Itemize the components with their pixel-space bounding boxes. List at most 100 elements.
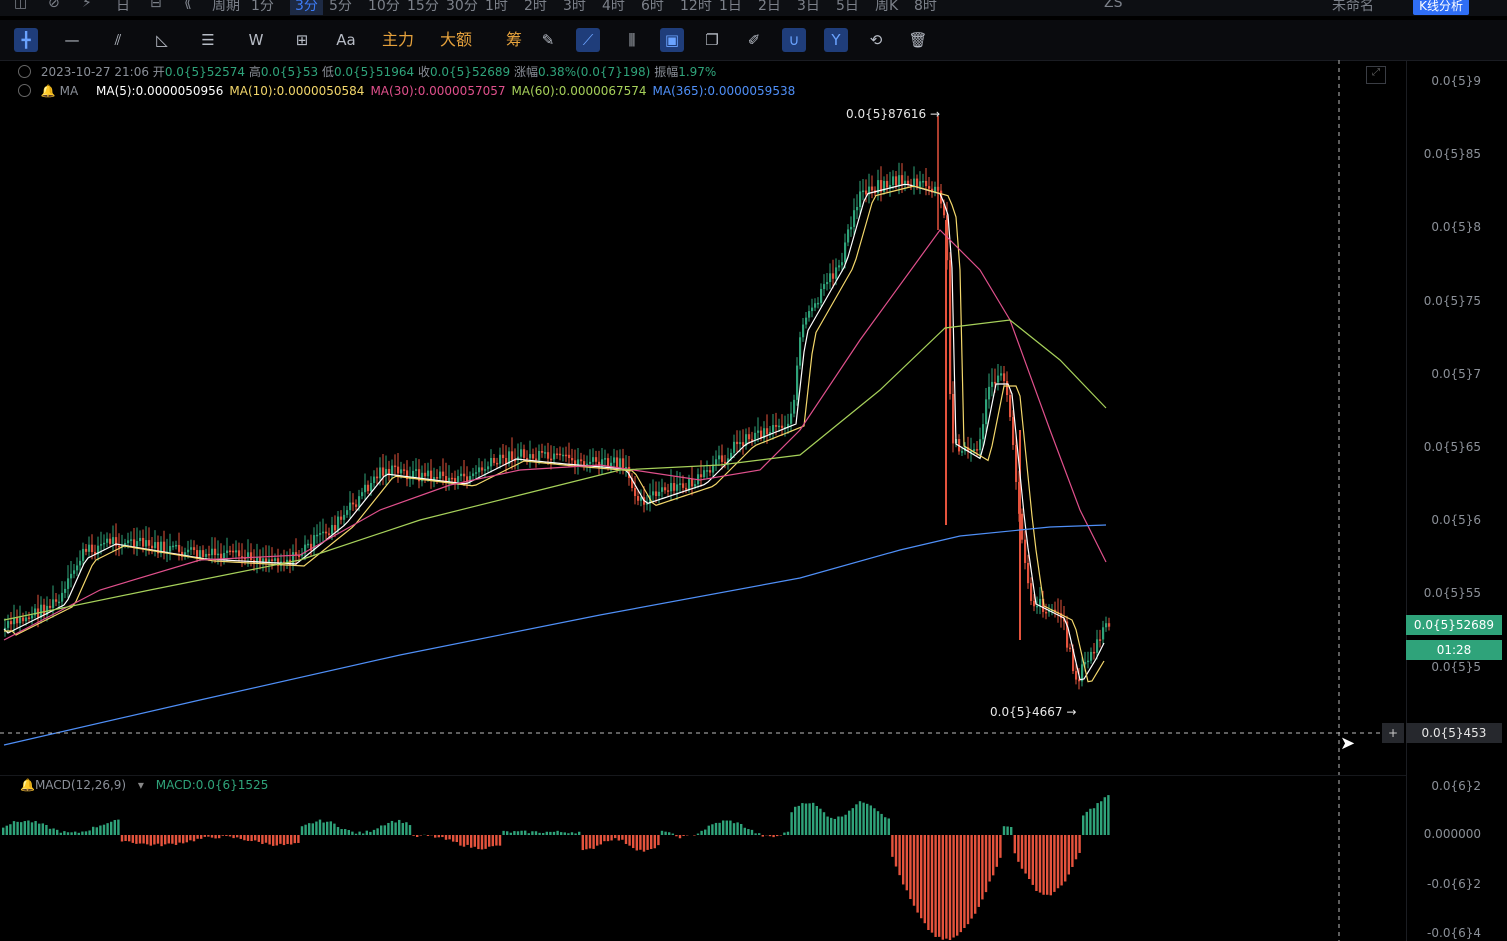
macd-bar <box>138 835 142 844</box>
candle-body <box>334 525 337 531</box>
macd-bar <box>1020 835 1024 869</box>
candle-body <box>994 381 997 384</box>
add-icon[interactable]: + <box>1382 723 1404 743</box>
macd-bar <box>545 831 548 835</box>
candle-body <box>448 477 451 482</box>
candle-body <box>778 425 781 428</box>
macd-bar <box>1010 827 1013 835</box>
candle-body <box>73 570 76 574</box>
toggle-icon[interactable] <box>18 65 31 78</box>
candle-body <box>319 533 322 535</box>
macd-bar <box>970 835 973 919</box>
candle-body <box>493 458 496 463</box>
candle-body <box>475 472 478 474</box>
macd-axis-label: 0.0{6}2 <box>1431 779 1481 793</box>
macd-bar <box>866 803 869 835</box>
crosshair-price-tag: + 0.0{5}453 <box>1382 723 1502 743</box>
candle-body <box>772 425 775 433</box>
candle-body <box>1024 539 1027 563</box>
macd-bar <box>369 831 372 835</box>
macd-bar <box>214 835 217 839</box>
candle-body <box>766 428 769 435</box>
candle-body <box>106 538 109 543</box>
macd-bar <box>437 835 440 838</box>
candle-body <box>211 548 214 556</box>
macd-bar <box>120 835 124 842</box>
macd-bar <box>858 801 862 835</box>
macd-bar <box>696 833 700 835</box>
macd-bar <box>531 831 534 835</box>
macd-bar <box>416 835 419 837</box>
macd-bar <box>988 835 991 882</box>
candle-body <box>748 434 751 440</box>
macd-bar <box>956 835 959 936</box>
macd-bar <box>221 835 224 836</box>
candle-body <box>664 487 667 491</box>
candle-body <box>952 393 955 444</box>
macd-bar <box>196 835 199 839</box>
candle-body <box>976 449 979 451</box>
macd-bar <box>974 835 977 914</box>
candle-body <box>865 190 868 195</box>
macd-bar <box>700 830 703 835</box>
macd-bar <box>570 832 574 835</box>
candle-body <box>532 454 535 459</box>
macd-bar <box>542 833 545 835</box>
macd-bar <box>200 835 203 839</box>
macd-bar <box>1067 835 1070 875</box>
macd-bar <box>1082 815 1085 835</box>
candle-body <box>850 226 853 230</box>
macd-bar <box>189 835 192 841</box>
macd-bar <box>588 835 592 849</box>
candle-body <box>919 181 922 187</box>
macd-bar <box>750 829 754 835</box>
candle-body <box>130 539 133 541</box>
candle-body <box>1087 660 1090 663</box>
candle-body <box>355 504 358 507</box>
macd-bar <box>5 825 8 835</box>
macd-bar <box>578 831 581 835</box>
price-axis-label: 0.0{5}85 <box>1423 147 1481 162</box>
macd-bar <box>1064 835 1067 882</box>
macd-bar <box>203 835 206 837</box>
candle-body <box>28 617 31 619</box>
fullscreen-icon[interactable]: ⤢ <box>1366 66 1386 84</box>
macd-bar <box>113 820 116 835</box>
macd-bar <box>930 835 934 933</box>
candle-body <box>571 458 574 461</box>
macd-bar <box>16 821 19 835</box>
pane-separator <box>0 775 1406 776</box>
bell-icon[interactable]: 🔔 <box>20 778 35 792</box>
macd-bar <box>2 827 5 835</box>
candle-body <box>151 545 154 549</box>
macd-bar <box>650 835 653 850</box>
candle-body <box>754 432 757 440</box>
bell-icon[interactable]: 🔔 <box>41 84 56 98</box>
macd-bar <box>23 821 26 835</box>
macd-bar <box>88 830 91 835</box>
candle-body <box>595 457 598 462</box>
macd-bar <box>815 805 818 835</box>
candle-body <box>43 604 46 615</box>
macd-bar <box>102 824 106 835</box>
candle-body <box>118 545 121 548</box>
macd-bar <box>617 835 620 841</box>
candle-body <box>862 190 865 193</box>
macd-bar <box>160 835 163 847</box>
candle-body <box>973 449 976 452</box>
candle-body <box>808 311 811 318</box>
dropdown-icon[interactable]: ▾ <box>138 778 144 792</box>
macd-bar <box>106 823 109 835</box>
macd-bar <box>653 835 656 849</box>
candle-body <box>472 473 475 477</box>
macd-bar <box>318 819 322 835</box>
price-chart[interactable] <box>0 0 1507 941</box>
toggle-icon[interactable] <box>18 84 31 97</box>
macd-bar <box>491 835 494 847</box>
ma60-line <box>3 319 1107 621</box>
candle-body <box>739 442 742 445</box>
candle-body <box>100 544 103 546</box>
macd-bar <box>520 830 523 835</box>
macd-bar <box>95 827 98 835</box>
candle-body <box>634 487 637 497</box>
